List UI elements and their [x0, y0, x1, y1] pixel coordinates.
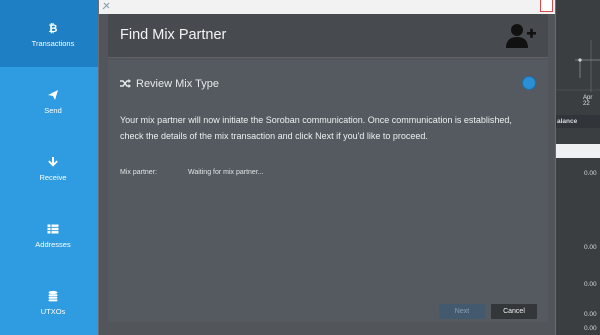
balance-value: 0.00 [584, 325, 597, 332]
list-icon [47, 224, 59, 234]
balance-value: 0.00 [584, 281, 597, 288]
balance-value: 0.00 [584, 311, 597, 318]
balance-value: 0.00 [584, 170, 597, 177]
sidebar-item-label: UTXOs [40, 307, 66, 316]
balance-value: 0.00 [584, 244, 597, 251]
window-close-button[interactable] [540, 0, 553, 12]
sidebar: ₿ Transactions Send Receive Addresses UT… [0, 0, 106, 335]
shuffle-icon [120, 79, 131, 88]
description-text: Your mix partner will now initiate the S… [120, 115, 512, 141]
sidebar-item-send[interactable]: Send [0, 67, 106, 134]
sidebar-item-label: Transactions [31, 39, 75, 48]
table-row-selected[interactable] [555, 144, 600, 158]
next-button[interactable]: Next [439, 304, 485, 319]
mix-partner-status: Waiting for mix partner... [188, 169, 264, 176]
bitcoin-icon: ₿ [49, 23, 58, 34]
svg-text:₿: ₿ [49, 23, 58, 34]
add-user-icon [506, 24, 536, 48]
sidebar-item-receive[interactable]: Receive [0, 134, 106, 201]
arrow-down-icon [48, 157, 58, 167]
window-titlebar [99, 0, 555, 14]
paper-plane-icon [48, 90, 58, 100]
sidebar-item-label: Send [44, 106, 62, 115]
review-mix-panel: Review Mix Type Your mix partner will no… [108, 60, 548, 322]
find-mix-partner-dialog: Find Mix Partner Review Mix Type Your mi… [98, 0, 556, 335]
table-header-balance: alance [555, 115, 600, 128]
coins-icon [48, 290, 58, 302]
dialog-header: Find Mix Partner [108, 14, 548, 58]
sidebar-item-addresses[interactable]: Addresses [0, 201, 106, 268]
chart-date-label: Apr 22 [583, 95, 593, 107]
app-icon [102, 2, 110, 10]
step-title-text: Review Mix Type [136, 78, 219, 90]
sidebar-item-label: Addresses [35, 240, 71, 249]
cancel-button[interactable]: Cancel [491, 304, 537, 319]
sidebar-item-transactions[interactable]: ₿ Transactions [0, 0, 106, 67]
dialog-title: Find Mix Partner [120, 27, 227, 43]
sidebar-item-label: Receive [39, 173, 67, 182]
sidebar-item-utxos[interactable]: UTXOs [0, 268, 106, 335]
mix-partner-label: Mix partner: [120, 169, 157, 176]
step-indicator-dot [522, 76, 536, 90]
